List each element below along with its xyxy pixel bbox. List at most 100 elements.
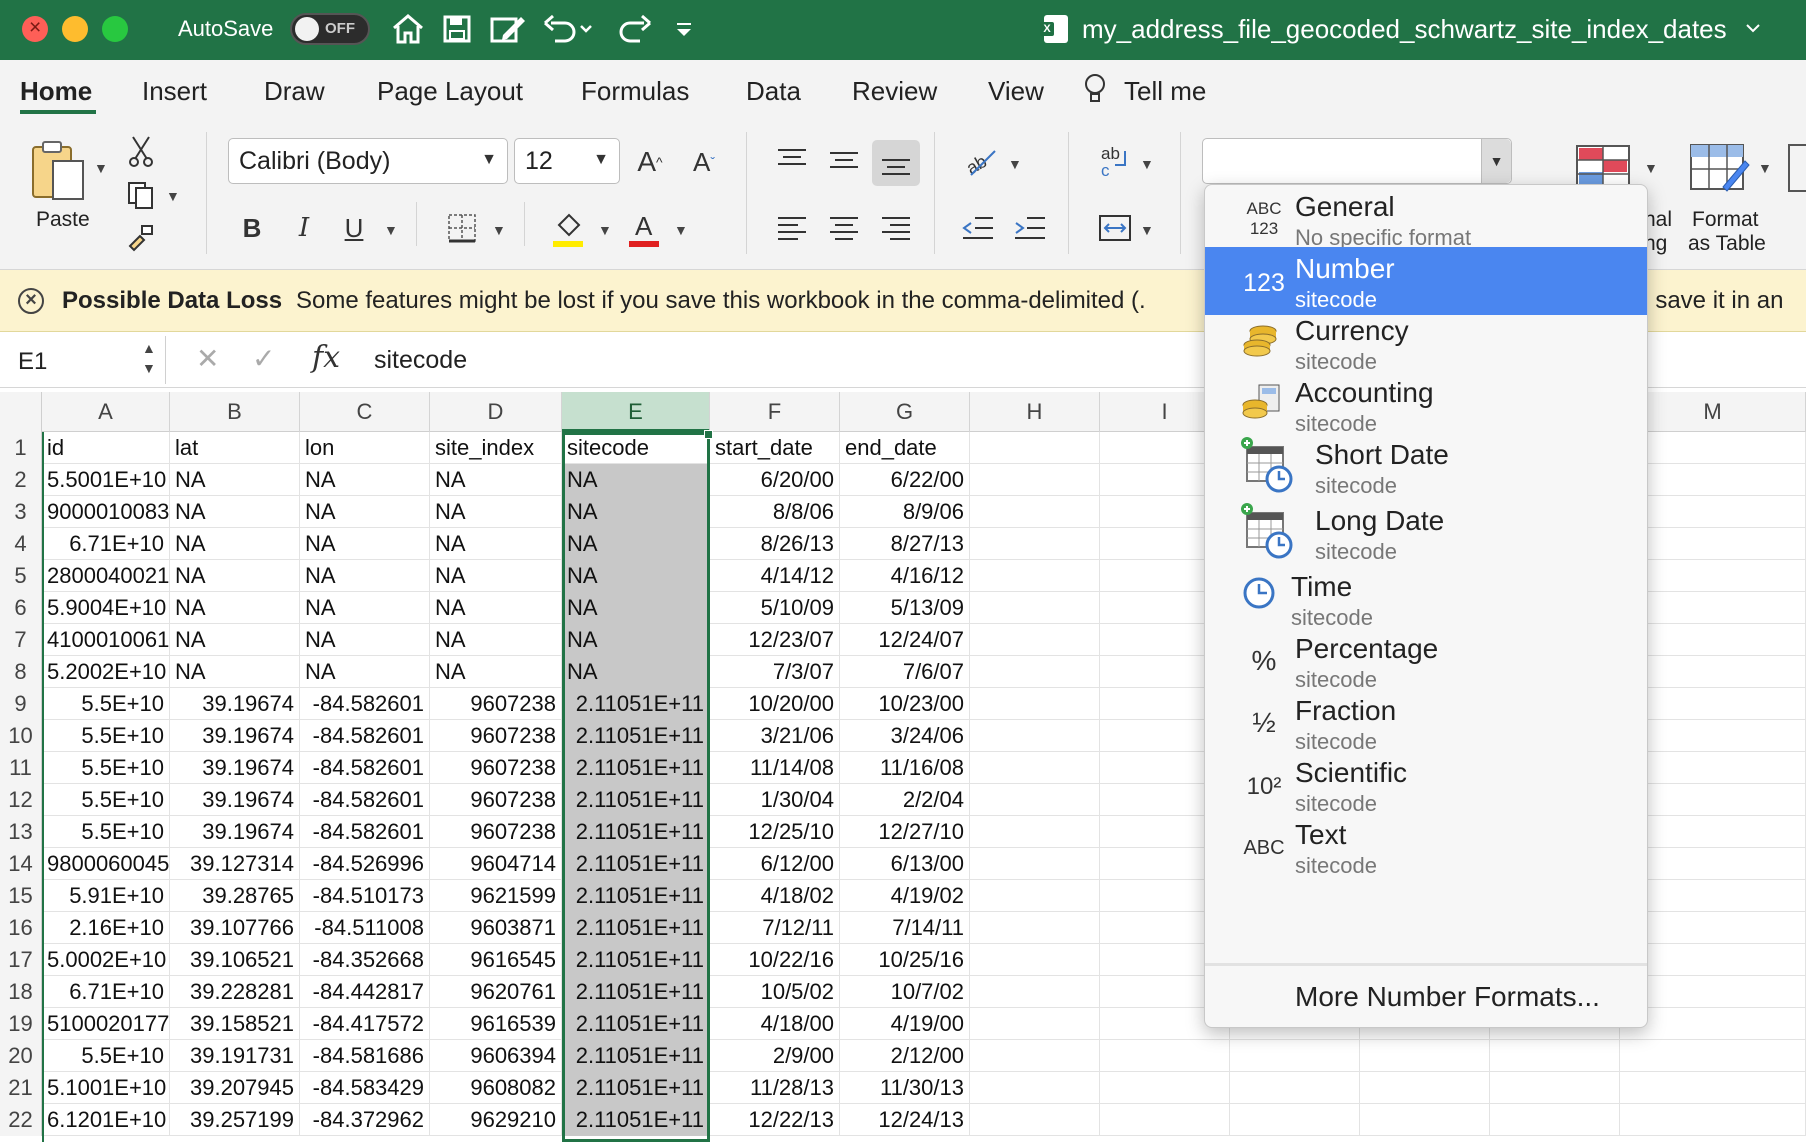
column-header-f[interactable]: F bbox=[710, 392, 840, 432]
cell[interactable]: 6/20/00 bbox=[710, 464, 840, 496]
cell[interactable] bbox=[970, 880, 1100, 912]
cell[interactable]: 5/10/09 bbox=[710, 592, 840, 624]
cell[interactable]: 39.28765 bbox=[170, 880, 300, 912]
cell[interactable]: 2.11051E+11 bbox=[562, 1008, 710, 1040]
cell[interactable]: 5.5E+10 bbox=[42, 752, 170, 784]
cell[interactable]: 5.5E+10 bbox=[42, 688, 170, 720]
cell[interactable]: 2.11051E+11 bbox=[562, 1040, 710, 1072]
cell[interactable]: 12/23/07 bbox=[710, 624, 840, 656]
cell[interactable]: 2.11051E+11 bbox=[562, 848, 710, 880]
format-option-currency[interactable]: Currency sitecode bbox=[1205, 309, 1647, 377]
row-header[interactable]: 13 bbox=[0, 816, 42, 848]
cell[interactable]: 2.11051E+11 bbox=[562, 784, 710, 816]
cell[interactable]: 6/22/00 bbox=[840, 464, 970, 496]
cell[interactable]: 12/27/10 bbox=[840, 816, 970, 848]
cell[interactable]: NA bbox=[430, 496, 562, 528]
font-color-icon[interactable]: A bbox=[626, 208, 662, 250]
cell[interactable]: 9000010083 bbox=[42, 496, 170, 528]
row-header[interactable]: 16 bbox=[0, 912, 42, 944]
cell[interactable]: 7/12/11 bbox=[710, 912, 840, 944]
cell[interactable]: 9616545 bbox=[430, 944, 562, 976]
cell[interactable]: 5.5E+10 bbox=[42, 1040, 170, 1072]
cell[interactable]: 9616539 bbox=[430, 1008, 562, 1040]
format-as-table-icon[interactable] bbox=[1688, 144, 1752, 194]
cell[interactable]: 11/28/13 bbox=[710, 1072, 840, 1104]
cell[interactable] bbox=[1100, 1104, 1230, 1136]
cell[interactable] bbox=[1620, 1072, 1806, 1104]
row-header[interactable]: 2 bbox=[0, 464, 42, 496]
title-chevron-down-icon[interactable] bbox=[1745, 22, 1761, 36]
cell[interactable]: 4/14/12 bbox=[710, 560, 840, 592]
copy-chevron-down-icon[interactable]: ▼ bbox=[166, 188, 180, 204]
cell[interactable]: -84.372962 bbox=[300, 1104, 430, 1136]
cell[interactable] bbox=[970, 912, 1100, 944]
cell[interactable] bbox=[1620, 1104, 1806, 1136]
cell[interactable] bbox=[1490, 1040, 1620, 1072]
cell[interactable] bbox=[970, 496, 1100, 528]
cell[interactable]: 7/3/07 bbox=[710, 656, 840, 688]
column-header-e[interactable]: E bbox=[562, 392, 710, 432]
row-header[interactable]: 8 bbox=[0, 656, 42, 688]
cut-icon[interactable] bbox=[124, 134, 158, 168]
cell[interactable]: -84.582601 bbox=[300, 752, 430, 784]
cell[interactable]: 5.9004E+10 bbox=[42, 592, 170, 624]
cell[interactable]: NA bbox=[170, 496, 300, 528]
align-right-icon[interactable] bbox=[876, 208, 916, 248]
cell[interactable]: 5.0002E+10 bbox=[42, 944, 170, 976]
cell[interactable]: 5.5001E+10 bbox=[42, 464, 170, 496]
cell[interactable]: -84.417572 bbox=[300, 1008, 430, 1040]
dismiss-icon[interactable]: × bbox=[18, 288, 44, 314]
customize-toolbar-icon[interactable] bbox=[672, 10, 696, 48]
cell[interactable]: 6/13/00 bbox=[840, 848, 970, 880]
align-top-icon[interactable] bbox=[772, 140, 812, 180]
cell[interactable]: 1/30/04 bbox=[710, 784, 840, 816]
decrease-indent-icon[interactable] bbox=[958, 208, 998, 248]
cell[interactable]: 11/14/08 bbox=[710, 752, 840, 784]
cell[interactable]: NA bbox=[430, 592, 562, 624]
cell[interactable]: 9800060045 bbox=[42, 848, 170, 880]
cell[interactable]: NA bbox=[562, 624, 710, 656]
cancel-formula-icon[interactable]: ✕ bbox=[196, 342, 219, 375]
cell[interactable]: -84.526996 bbox=[300, 848, 430, 880]
cell[interactable]: 10/7/02 bbox=[840, 976, 970, 1008]
cell[interactable]: NA bbox=[170, 560, 300, 592]
cell[interactable] bbox=[970, 1104, 1100, 1136]
undo-icon[interactable] bbox=[540, 10, 596, 48]
cell[interactable]: 6.1201E+10 bbox=[42, 1104, 170, 1136]
row-header[interactable]: 20 bbox=[0, 1040, 42, 1072]
cell[interactable]: 39.127314 bbox=[170, 848, 300, 880]
tab-review[interactable]: Review bbox=[852, 76, 937, 107]
cell[interactable] bbox=[970, 848, 1100, 880]
cell[interactable]: NA bbox=[300, 624, 430, 656]
cell[interactable] bbox=[1490, 1104, 1620, 1136]
cell[interactable]: 2.11051E+11 bbox=[562, 816, 710, 848]
cell[interactable] bbox=[1360, 1040, 1490, 1072]
tab-view[interactable]: View bbox=[988, 76, 1044, 107]
cell[interactable]: NA bbox=[562, 592, 710, 624]
align-center-icon[interactable] bbox=[824, 208, 864, 248]
cell[interactable]: -84.582601 bbox=[300, 816, 430, 848]
maximize-window-button[interactable] bbox=[102, 16, 128, 42]
font-size-select[interactable]: 12 ▼ bbox=[514, 138, 620, 184]
tab-insert[interactable]: Insert bbox=[142, 76, 207, 107]
cell[interactable]: NA bbox=[562, 656, 710, 688]
cell[interactable]: 2.11051E+11 bbox=[562, 912, 710, 944]
cell[interactable]: -84.583429 bbox=[300, 1072, 430, 1104]
cell[interactable]: NA bbox=[170, 592, 300, 624]
cell[interactable]: 39.228281 bbox=[170, 976, 300, 1008]
cell[interactable] bbox=[970, 464, 1100, 496]
format-option-fraction[interactable]: ½ Fraction sitecode bbox=[1205, 689, 1647, 757]
cell[interactable]: 2800040021 bbox=[42, 560, 170, 592]
cell[interactable]: NA bbox=[300, 656, 430, 688]
column-header-c[interactable]: C bbox=[300, 392, 430, 432]
cell[interactable]: 39.19674 bbox=[170, 720, 300, 752]
row-header[interactable]: 21 bbox=[0, 1072, 42, 1104]
row-header[interactable]: 1 bbox=[0, 432, 42, 464]
cell[interactable]: 9603871 bbox=[430, 912, 562, 944]
cell[interactable] bbox=[970, 816, 1100, 848]
underline-button[interactable]: U bbox=[338, 208, 370, 248]
cell[interactable] bbox=[970, 560, 1100, 592]
cell[interactable]: 4/19/02 bbox=[840, 880, 970, 912]
conditional-formatting-chevron-down-icon[interactable]: ▼ bbox=[1644, 160, 1658, 176]
cell[interactable]: 39.158521 bbox=[170, 1008, 300, 1040]
